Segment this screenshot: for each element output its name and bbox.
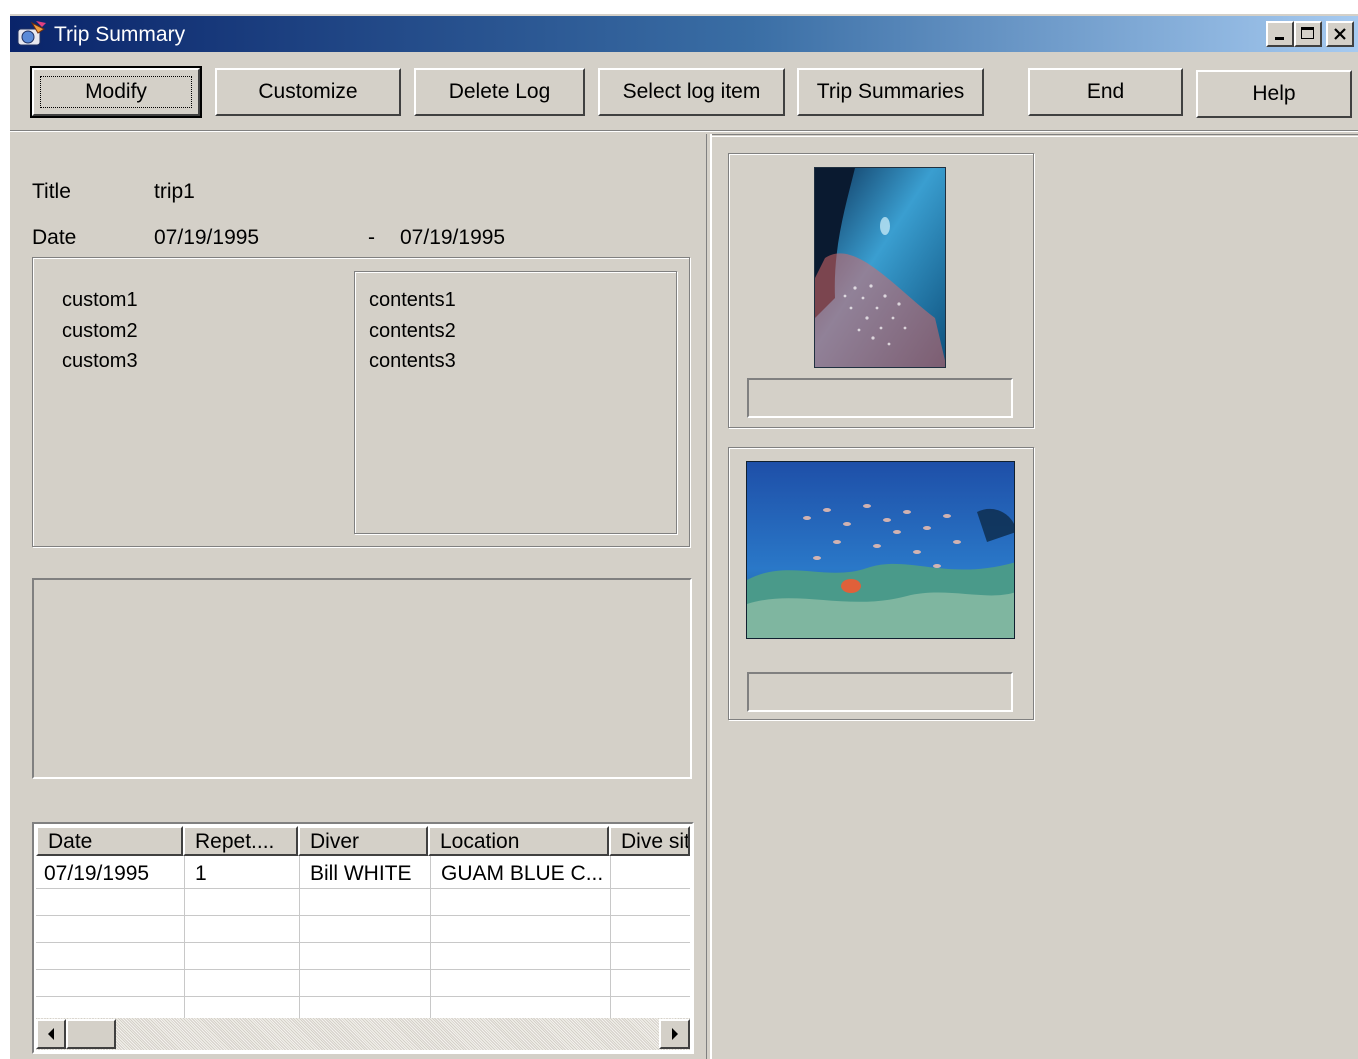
contents-value: contents3 [369, 350, 456, 372]
contents-value: contents1 [369, 289, 456, 311]
close-icon [1334, 28, 1346, 40]
date-from-value: 07/19/1995 [154, 226, 260, 249]
trip-summaries-button[interactable]: Trip Summaries [797, 68, 984, 116]
scroll-right-button[interactable] [659, 1019, 690, 1049]
date-separator: - [368, 226, 375, 249]
end-button[interactable]: End [1028, 68, 1183, 116]
column-divider [610, 856, 611, 1018]
cell-repetition[interactable]: 1 [187, 859, 298, 889]
column-header-location[interactable]: Location [428, 826, 609, 856]
row-divider [36, 942, 690, 943]
select-log-item-button-label: Select log item [622, 80, 761, 103]
custom-field-list: custom1 custom2 custom3 [62, 285, 138, 377]
minimize-button[interactable] [1266, 21, 1294, 47]
scroll-left-button[interactable] [36, 1019, 66, 1049]
custom-field-label: custom3 [62, 350, 138, 372]
trip-title-value: trip1 [154, 180, 195, 203]
row-divider [36, 969, 690, 970]
end-button-label: End [1086, 80, 1125, 103]
maximize-icon [1301, 27, 1314, 39]
cell-date[interactable]: 07/19/1995 [36, 859, 183, 889]
row-divider [36, 996, 690, 997]
column-header-repetition[interactable]: Repet.... [183, 826, 298, 856]
customize-button-label: Customize [258, 80, 358, 103]
right-pane-top-edge [712, 134, 1358, 137]
title-bar[interactable] [10, 16, 1358, 52]
dive-photo-reef[interactable] [746, 461, 1015, 639]
horizontal-scrollbar[interactable] [36, 1018, 690, 1050]
memo-field[interactable] [32, 578, 692, 779]
column-header-dive-site[interactable]: Dive sit [609, 826, 690, 856]
minimize-icon [1275, 37, 1284, 40]
window-title: Trip Summary [54, 23, 186, 46]
select-log-item-button[interactable]: Select log item [598, 68, 785, 116]
date-label: Date [32, 226, 77, 249]
title-label: Title [32, 180, 71, 203]
custom-field-label: custom1 [62, 289, 138, 311]
photo-caption-field[interactable] [747, 672, 1013, 712]
cell-diver[interactable]: Bill WHITE [302, 859, 428, 889]
pane-splitter[interactable] [706, 134, 712, 1059]
customize-button[interactable]: Customize [215, 68, 401, 116]
delete-log-button-label: Delete Log [448, 80, 551, 103]
arrow-right-icon [671, 1028, 678, 1040]
column-header-diver[interactable]: Diver [298, 826, 428, 856]
toolbar-divider [10, 130, 1358, 132]
arrow-left-icon [48, 1028, 54, 1040]
help-button[interactable]: Help [1196, 70, 1352, 118]
delete-log-button[interactable]: Delete Log [414, 68, 585, 116]
column-header-date[interactable]: Date [36, 826, 183, 856]
photo-caption-field[interactable] [747, 378, 1013, 418]
contents-value: contents2 [369, 319, 456, 342]
contents-list: contents1 contents2 contents3 [369, 285, 456, 377]
close-button[interactable] [1326, 21, 1354, 47]
focus-ring [40, 76, 192, 108]
date-to-value: 07/19/1995 [400, 226, 506, 249]
column-divider [184, 856, 185, 1018]
help-button-label: Help [1252, 82, 1296, 105]
column-divider [430, 856, 431, 1018]
app-icon[interactable] [16, 19, 48, 49]
modify-button[interactable]: Modify [30, 66, 202, 118]
scroll-thumb[interactable] [66, 1019, 116, 1049]
column-divider [299, 856, 300, 1018]
cell-location[interactable]: GUAM BLUE C... [433, 859, 609, 889]
row-divider [36, 915, 690, 916]
dive-photo-wall[interactable] [814, 167, 946, 368]
trip-summaries-button-label: Trip Summaries [816, 80, 965, 103]
maximize-button[interactable] [1294, 21, 1322, 47]
custom-field-label: custom2 [62, 319, 138, 342]
